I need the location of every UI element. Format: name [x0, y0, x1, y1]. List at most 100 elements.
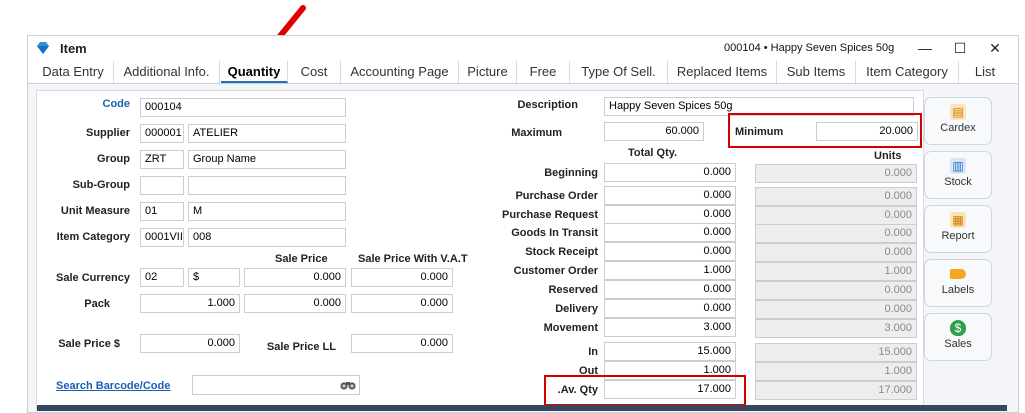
supplier-code-field[interactable]: 000001	[140, 124, 184, 143]
unit-code-field[interactable]: 01	[140, 202, 184, 221]
tab-type-of-sell[interactable]: Type Of Sell.	[570, 61, 668, 83]
report-label: Report	[941, 230, 975, 242]
supplier-label: Supplier	[85, 127, 130, 139]
av-qty-highlight	[544, 375, 746, 406]
description-label: Description	[517, 99, 578, 111]
delivery-qty-field[interactable]: 0.000	[604, 299, 736, 318]
minimum-highlight	[728, 113, 922, 148]
delivery-label: Delivery	[555, 303, 598, 315]
in-qty-field[interactable]: 15.000	[604, 342, 736, 361]
category-code-field[interactable]: 0001VII	[140, 228, 184, 247]
item-category-label: Item Category	[56, 231, 130, 243]
purchase-request-units-field: 0.000	[755, 206, 917, 225]
bottom-strip	[37, 405, 1007, 411]
diamond-icon	[37, 42, 49, 54]
tab-replaced-items[interactable]: Replaced Items	[668, 61, 777, 83]
title-bar: Item 000104 • Happy Seven Spices 50g — ☐…	[28, 36, 1018, 61]
category-name-field[interactable]: 008	[188, 228, 346, 247]
group-code-field[interactable]: ZRT	[140, 150, 184, 169]
close-button[interactable]: ✕	[980, 38, 1010, 58]
purchase-request-qty-field[interactable]: 0.000	[604, 205, 736, 224]
out-units-field: 1.000	[755, 362, 917, 381]
movement-label: Movement	[543, 322, 598, 334]
goods-in-transit-qty-field[interactable]: 0.000	[604, 223, 736, 242]
tab-list[interactable]: List	[959, 61, 1011, 83]
purchase-order-units-field: 0.000	[755, 187, 917, 206]
sale-price-header: Sale Price	[275, 253, 328, 265]
sale-price-usd-label: Sale Price $	[58, 338, 120, 350]
purchase-order-label: Purchase Order	[515, 190, 598, 202]
currency-symbol-field[interactable]: $	[188, 268, 240, 287]
sale-price-ll-label: Sale Price LL	[266, 341, 336, 353]
report-icon: ▦	[950, 212, 966, 228]
side-toolbar: ▤ Cardex ▥ Stock ▦ Report Labels $ Sales	[921, 95, 995, 395]
tab-additional-info[interactable]: Additional Info.	[114, 61, 220, 83]
tab-free[interactable]: Free	[517, 61, 570, 83]
sales-label: Sales	[944, 338, 972, 350]
record-info: 000104 • Happy Seven Spices 50g	[724, 42, 895, 54]
reserved-label: Reserved	[548, 284, 598, 296]
tab-quantity[interactable]: Quantity	[221, 61, 288, 83]
subgroup-name-field[interactable]	[188, 176, 346, 195]
clipboard-icon: ▤	[950, 104, 966, 120]
stock-label: Stock	[944, 176, 972, 188]
stock-receipt-units-field: 0.000	[755, 243, 917, 262]
currency-code-field[interactable]: 02	[140, 268, 184, 287]
goods-in-transit-units-field: 0.000	[755, 224, 917, 243]
sale-price-ll-field[interactable]: 0.000	[351, 334, 453, 353]
tab-data-entry[interactable]: Data Entry	[33, 61, 114, 83]
binoculars-icon[interactable]	[340, 378, 356, 391]
currency-sale-price-field[interactable]: 0.000	[244, 268, 346, 287]
reserved-qty-field[interactable]: 0.000	[604, 280, 736, 299]
beginning-label: Beginning	[544, 167, 598, 179]
pack-sale-price-field[interactable]: 0.000	[244, 294, 346, 313]
maximize-button[interactable]: ☐	[945, 38, 975, 58]
customer-order-units-field: 1.000	[755, 262, 917, 281]
beginning-units-field: 0.000	[755, 164, 917, 183]
unit-name-field[interactable]: M	[188, 202, 346, 221]
sales-button[interactable]: $ Sales	[924, 313, 992, 361]
subgroup-code-field[interactable]	[140, 176, 184, 195]
in-units-field: 15.000	[755, 343, 917, 362]
supplier-name-field[interactable]: ATELIER	[188, 124, 346, 143]
label-tag-icon	[950, 269, 966, 279]
tab-picture[interactable]: Picture	[459, 61, 517, 83]
customer-order-label: Customer Order	[513, 265, 598, 277]
group-label: Group	[97, 153, 130, 165]
customer-order-qty-field[interactable]: 1.000	[604, 261, 736, 280]
stock-receipt-qty-field[interactable]: 0.000	[604, 242, 736, 261]
reserved-units-field: 0.000	[755, 281, 917, 300]
pack-sale-price-vat-field[interactable]: 0.000	[351, 294, 453, 313]
minimize-button[interactable]: —	[910, 38, 940, 58]
av-qty-units-field: 17.000	[755, 381, 917, 400]
labels-label: Labels	[941, 284, 975, 296]
subgroup-label: Sub-Group	[72, 179, 130, 191]
sale-price-usd-field[interactable]: 0.000	[140, 334, 240, 353]
in-label: In	[588, 346, 598, 358]
units-header: Units	[874, 150, 902, 162]
barcode-field[interactable]	[192, 375, 360, 395]
purchase-order-qty-field[interactable]: 0.000	[604, 186, 736, 205]
tab-accounting-page[interactable]: Accounting Page	[341, 61, 459, 83]
cardex-button[interactable]: ▤ Cardex	[924, 97, 992, 145]
goods-in-transit-label: Goods In Transit	[511, 227, 598, 239]
stock-receipt-label: Stock Receipt	[525, 246, 598, 258]
tab-sub-items[interactable]: Sub Items	[777, 61, 856, 83]
movement-qty-field[interactable]: 3.000	[604, 318, 736, 337]
pack-field[interactable]: 1.000	[140, 294, 240, 313]
sale-price-vat-header: Sale Price With V.A.T	[358, 253, 468, 265]
total-qty-header: Total Qty.	[628, 147, 678, 159]
labels-button[interactable]: Labels	[924, 259, 992, 307]
delivery-units-field: 0.000	[755, 300, 917, 319]
code-field[interactable]: 000104	[140, 98, 346, 117]
report-button[interactable]: ▦ Report	[924, 205, 992, 253]
currency-sale-price-vat-field[interactable]: 0.000	[351, 268, 453, 287]
sale-currency-label: Sale Currency	[56, 272, 130, 284]
beginning-qty-field[interactable]: 0.000	[604, 163, 736, 182]
group-name-field[interactable]: Group Name	[188, 150, 346, 169]
tab-cost[interactable]: Cost	[288, 61, 341, 83]
tab-item-category[interactable]: Item Category	[856, 61, 959, 83]
search-barcode-link[interactable]: Search Barcode/Code	[56, 380, 170, 392]
maximum-field[interactable]: 60.000	[604, 122, 704, 141]
stock-button[interactable]: ▥ Stock	[924, 151, 992, 199]
